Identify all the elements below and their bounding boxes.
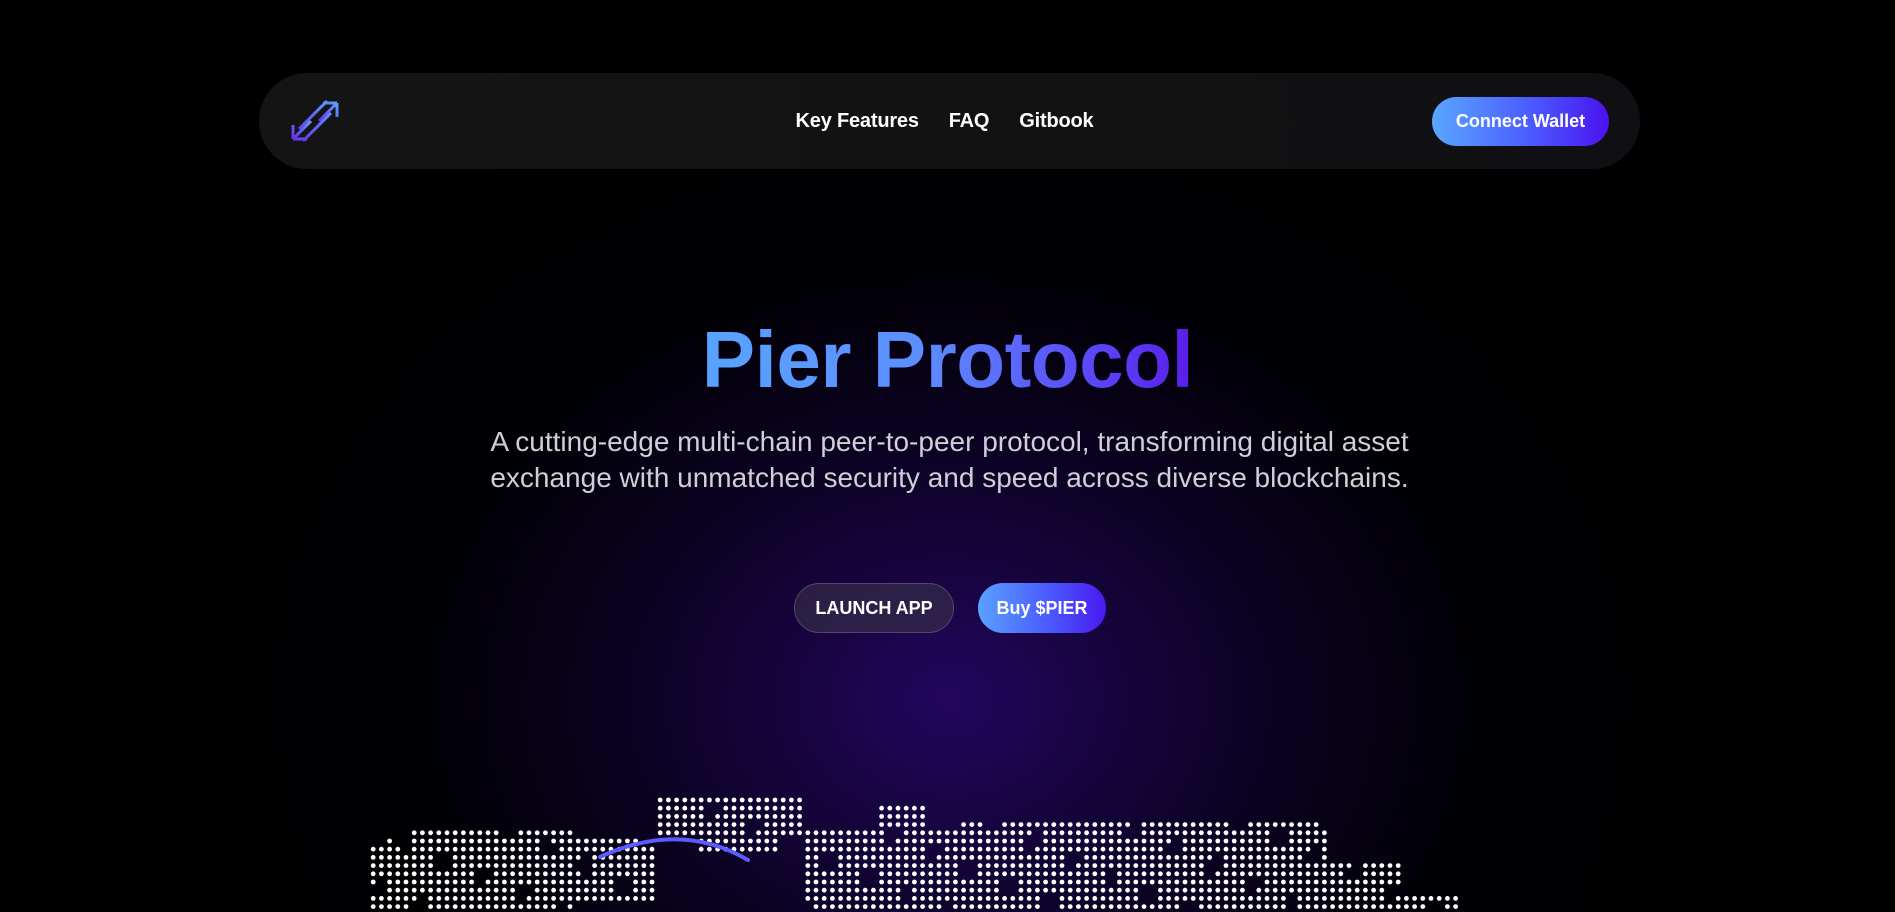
- launch-app-button[interactable]: LAUNCH APP: [794, 583, 954, 633]
- nav-key-features[interactable]: Key Features: [796, 110, 919, 133]
- hero-subtitle: A cutting-edge multi-chain peer-to-peer …: [490, 426, 1409, 493]
- page: Key Features FAQ Gitbook Connect Wallet …: [0, 0, 1895, 912]
- cta-buttons: LAUNCH APP Buy $PIER: [0, 583, 1895, 633]
- dotted-world-map: [370, 797, 1458, 909]
- top-navbar: Key Features FAQ Gitbook Connect Wallet: [259, 73, 1640, 169]
- connect-wallet-button[interactable]: Connect Wallet: [1432, 97, 1609, 146]
- hero-title: Pier Protocol: [0, 312, 1895, 408]
- hero-title-text: Pier Protocol: [701, 315, 1194, 404]
- buy-pier-button[interactable]: Buy $PIER: [978, 583, 1106, 633]
- nav-gitbook[interactable]: Gitbook: [1019, 110, 1093, 133]
- nav-faq[interactable]: FAQ: [949, 110, 990, 133]
